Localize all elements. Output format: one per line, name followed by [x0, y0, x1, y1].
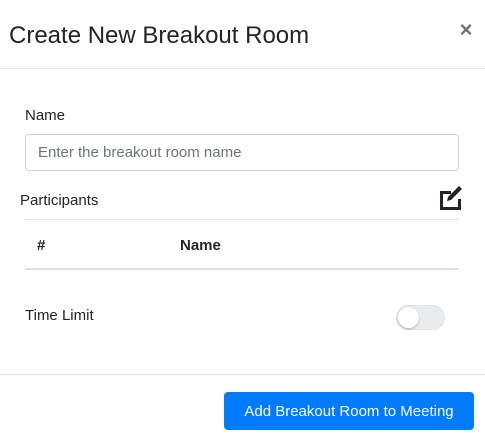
- edit-icon[interactable]: [437, 186, 464, 211]
- column-header-name: Name: [180, 237, 221, 254]
- modal-footer: Add Breakout Room to Meeting: [0, 374, 485, 442]
- time-limit-label: Time Limit: [25, 307, 94, 324]
- participants-label: Participants: [20, 192, 99, 209]
- close-icon[interactable]: ×: [456, 18, 476, 42]
- modal-title: Create New Breakout Room: [9, 22, 310, 49]
- column-header-number: #: [37, 237, 46, 254]
- add-breakout-room-button[interactable]: Add Breakout Room to Meeting: [224, 392, 474, 430]
- toggle-knob: [398, 307, 419, 328]
- room-name-input[interactable]: [25, 134, 459, 171]
- participants-table: # Name: [25, 219, 459, 270]
- name-label: Name: [25, 107, 66, 124]
- modal-header: Create New Breakout Room ×: [0, 0, 485, 69]
- time-limit-toggle[interactable]: [396, 305, 445, 330]
- breakout-room-modal: Create New Breakout Room × Name Particip…: [0, 0, 485, 442]
